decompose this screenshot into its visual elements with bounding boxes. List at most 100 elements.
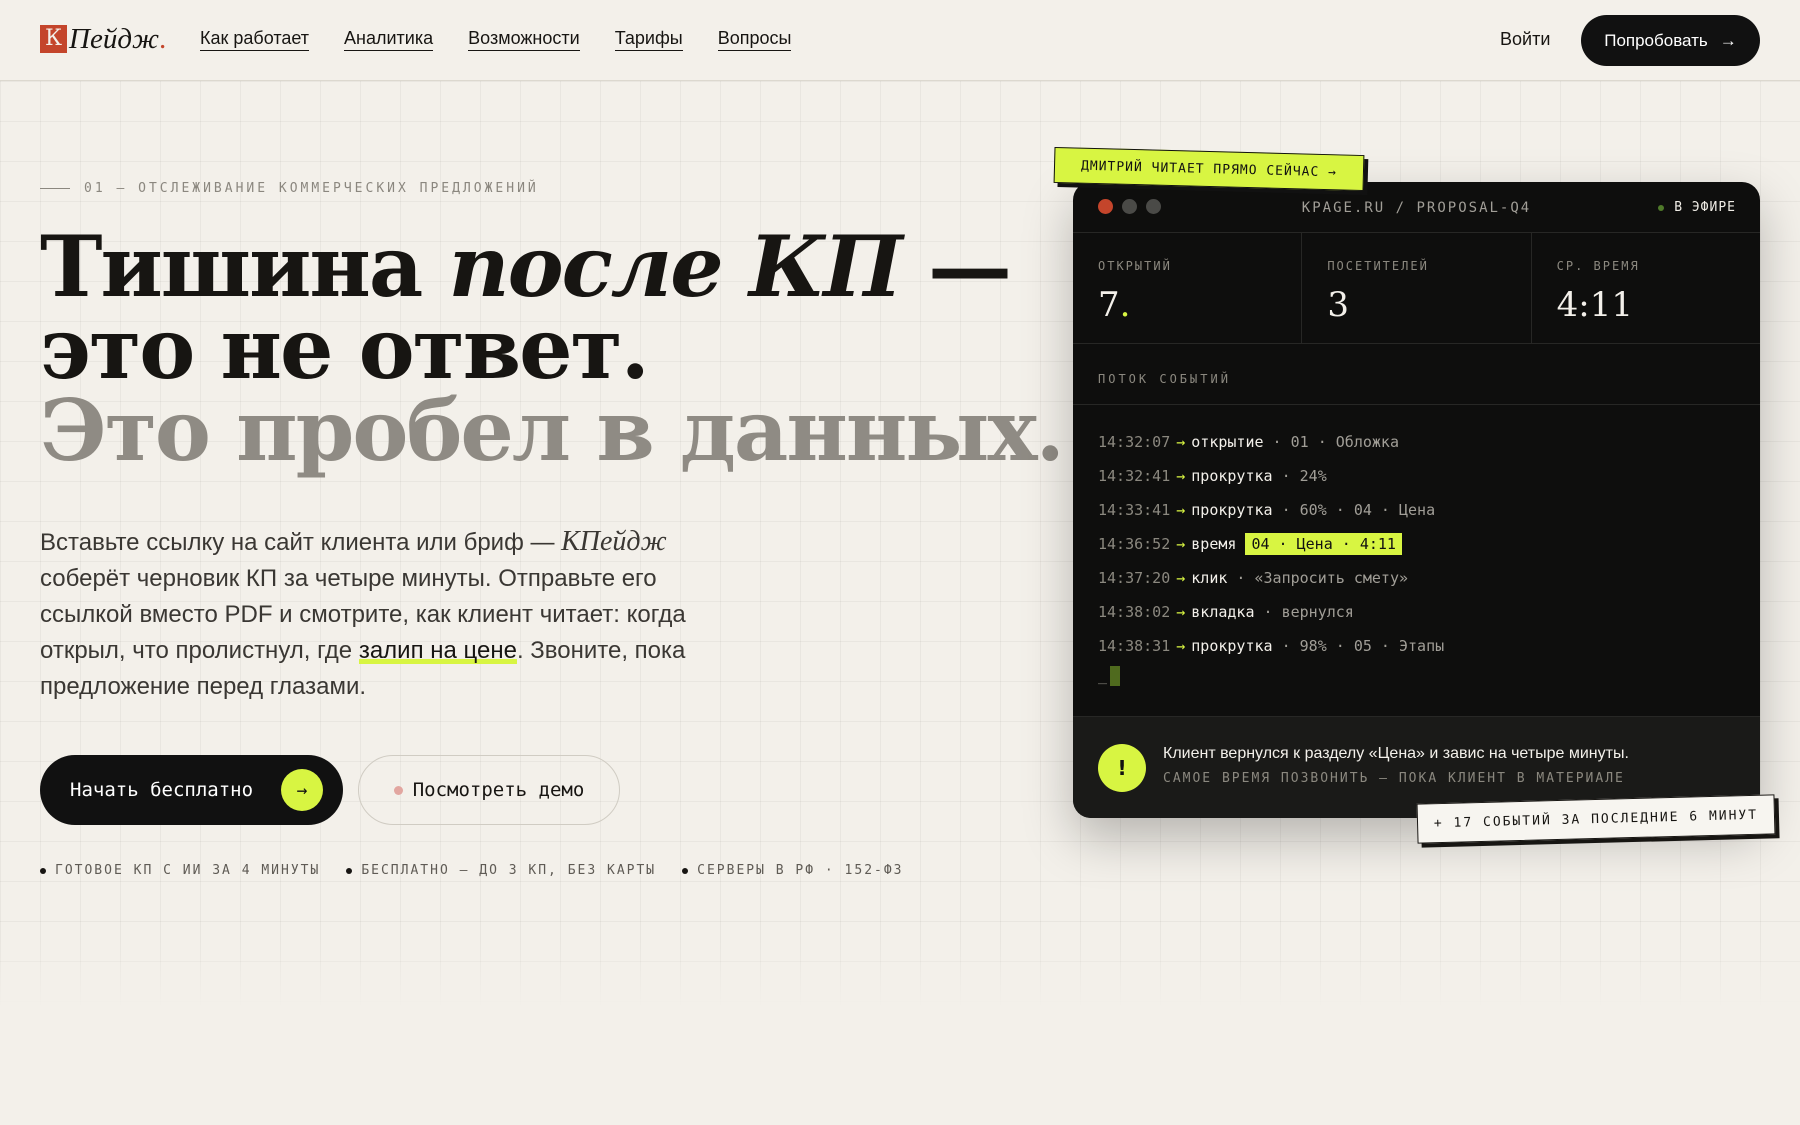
event-row: 14:38:31 → прокрутка · 98% · 05 · Этапы <box>1098 629 1444 663</box>
stat-number: 7 <box>1098 285 1120 325</box>
event-type: прокрутка <box>1191 501 1273 519</box>
eyebrow-text: 01 — ОТСЛЕЖИВАНИЕ КОММЕРЧЕСКИХ ПРЕДЛОЖЕН… <box>84 181 539 196</box>
event-highlight: 04 · Цена · 4:11 <box>1245 533 1402 555</box>
event-details: · 60% · 04 · Цена <box>1272 501 1436 519</box>
stat-value: 4:11 <box>1556 285 1634 325</box>
arrow-right-icon: → <box>1176 433 1186 451</box>
event-row: 14:32:41 → прокрутка · 24% <box>1098 459 1444 493</box>
nav-link-faq[interactable]: Вопросы <box>717 28 792 51</box>
event-row: 14:36:52 → время 04 · Цена · 4:11 <box>1098 527 1444 561</box>
logo-mark: К <box>40 25 67 53</box>
hero-eyebrow: 01 — ОТСЛЕЖИВАНИЕ КОММЕРЧЕСКИХ ПРЕДЛОЖЕН… <box>40 181 539 196</box>
logo[interactable]: К Пейдж . <box>40 22 167 55</box>
terminal-cursor: _ <box>1098 666 1121 686</box>
hero-bullets: ГОТОВОЕ КП С ИИ ЗА 4 МИНУТЫ БЕСПЛАТНО — … <box>40 863 904 878</box>
grid-fade <box>0 940 1800 1010</box>
stat-visitors: ПОСЕТИТЕЛЕЙ 3 <box>1302 233 1532 343</box>
hero-headline: Тишина после КП — это не ответ. Это проб… <box>40 225 1065 480</box>
bullet-item: СЕРВЕРЫ В РФ · 152-ФЗ <box>682 863 903 878</box>
site-header: К Пейдж . Как работает Аналитика Возможн… <box>0 0 1800 81</box>
event-time: 14:33:41 <box>1098 501 1171 519</box>
alert-subtext: САМОЕ ВРЕМЯ ПОЗВОНИТЬ — ПОКА КЛИЕНТ В МА… <box>1163 771 1625 786</box>
live-indicator: В ЭФИРЕ <box>1658 200 1736 215</box>
arrow-right-icon: → <box>1719 30 1737 50</box>
event-feed: 14:32:07 → открытие · 01 · Обложка 14:32:41… <box>1098 425 1444 663</box>
main-nav: Как работает Аналитика Возможности Тариф… <box>200 28 826 51</box>
event-time: 14:37:20 <box>1098 569 1171 587</box>
terminal-title: KPAGE.RU / PROPOSAL-Q4 <box>1301 200 1532 216</box>
event-row: 14:37:20 → клик · «Запросить смету» <box>1098 561 1444 595</box>
nav-link-analytics[interactable]: Аналитика <box>344 28 434 51</box>
watch-demo-button[interactable]: Посмотреть демо <box>358 755 620 825</box>
live-dot-icon <box>1658 204 1665 211</box>
arrow-right-icon: → <box>1176 501 1186 519</box>
headline-line-2: это не ответ. <box>40 299 650 398</box>
event-row: 14:32:07 → открытие · 01 · Обложка <box>1098 425 1444 459</box>
bullet-item: ГОТОВОЕ КП С ИИ ЗА 4 МИНУТЫ <box>40 863 320 878</box>
nav-link-features[interactable]: Возможности <box>468 28 580 51</box>
arrow-right-icon: → <box>281 769 323 811</box>
event-details: · 24% <box>1272 467 1327 485</box>
lead-part-1: Вставьте ссылку на сайт клиента или бриф… <box>40 529 562 556</box>
headline-line-3: Это пробел в данных. <box>40 381 1065 480</box>
event-type: открытие <box>1191 433 1264 451</box>
event-details: · вернулся <box>1254 603 1354 621</box>
logo-text: Пейдж <box>69 22 159 55</box>
headline-dash: — <box>900 217 1012 316</box>
event-feed-label: ПОТОК СОБЫТИЙ <box>1098 372 1231 386</box>
stat-label: ОТКРЫТИЙ <box>1098 259 1172 273</box>
stat-value: 3 <box>1327 285 1349 325</box>
event-details: · 98% · 05 · Этапы <box>1272 637 1445 655</box>
stat-opens: ОТКРЫТИЙ 7. <box>1073 233 1303 343</box>
nav-link-how-it-works[interactable]: Как работает <box>200 28 310 51</box>
event-details: · «Запросить смету» <box>1227 569 1409 587</box>
stats-row: ОТКРЫТИЙ 7. ПОСЕТИТЕЛЕЙ 3 СР. ВРЕМЯ 4:11 <box>1073 233 1760 344</box>
alert-message: Клиент вернулся к разделу «Цена» и завис… <box>1163 745 1629 762</box>
event-type: клик <box>1191 569 1228 587</box>
hero-lead: Вставьте ссылку на сайт клиента или бриф… <box>40 524 730 705</box>
arrow-right-icon: → <box>1176 535 1186 553</box>
event-time: 14:38:31 <box>1098 637 1171 655</box>
stat-avg-time: СР. ВРЕМЯ 4:11 <box>1532 233 1760 343</box>
terminal-titlebar: KPAGE.RU / PROPOSAL-Q4 В ЭФИРЕ <box>1073 182 1760 233</box>
event-type: прокрутка <box>1191 467 1273 485</box>
event-time: 14:38:02 <box>1098 603 1171 621</box>
arrow-right-icon: → <box>1176 603 1186 621</box>
stat-label: ПОСЕТИТЕЛЕЙ <box>1327 259 1429 273</box>
nav-link-pricing[interactable]: Тарифы <box>614 28 683 51</box>
lead-brand: КПейдж <box>561 526 667 557</box>
lead-highlight: залип на цене <box>358 637 517 664</box>
cursor-block <box>1110 666 1121 686</box>
event-type: вкладка <box>1191 603 1255 621</box>
stat-suffix: . <box>1119 285 1131 325</box>
proposal-terminal: KPAGE.RU / PROPOSAL-Q4 В ЭФИРЕ ОТКРЫТИЙ … <box>1073 182 1760 818</box>
event-row: 14:33:41 → прокрутка · 60% · 04 · Цена <box>1098 493 1444 527</box>
cursor-underscore: _ <box>1098 666 1108 685</box>
live-label: В ЭФИРЕ <box>1674 200 1736 215</box>
headline-line-1: Тишина после КП — <box>40 225 1063 309</box>
arrow-right-icon: → <box>1176 467 1186 485</box>
record-dot-icon <box>393 785 403 795</box>
try-button-label: Попробовать <box>1604 30 1708 50</box>
exclamation-icon: ! <box>1098 744 1146 792</box>
event-time: 14:36:52 <box>1098 535 1171 553</box>
logo-dot: . <box>158 22 167 55</box>
event-type: прокрутка <box>1191 637 1273 655</box>
divider <box>1073 404 1760 405</box>
event-time: 14:32:07 <box>1098 433 1171 451</box>
eyebrow-line <box>40 188 70 189</box>
try-button[interactable]: Попробовать → <box>1581 15 1760 66</box>
arrow-right-icon: → <box>1176 569 1186 587</box>
event-time: 14:32:41 <box>1098 467 1171 485</box>
arrow-right-icon: → <box>1176 637 1186 655</box>
event-type: время <box>1191 535 1237 553</box>
login-link[interactable]: Войти <box>1500 29 1550 50</box>
event-details: · 01 · Обложка <box>1263 433 1399 451</box>
start-free-label: Начать бесплатно <box>70 779 254 801</box>
watch-demo-label: Посмотреть демо <box>412 779 585 801</box>
stat-value: 7. <box>1098 285 1276 325</box>
event-row: 14:38:02 → вкладка · вернулся <box>1098 595 1444 629</box>
start-free-button[interactable]: Начать бесплатно → <box>40 755 343 825</box>
bullet-item: БЕСПЛАТНО — ДО 3 КП, БЕЗ КАРТЫ <box>346 863 656 878</box>
stat-label: СР. ВРЕМЯ <box>1556 259 1640 273</box>
